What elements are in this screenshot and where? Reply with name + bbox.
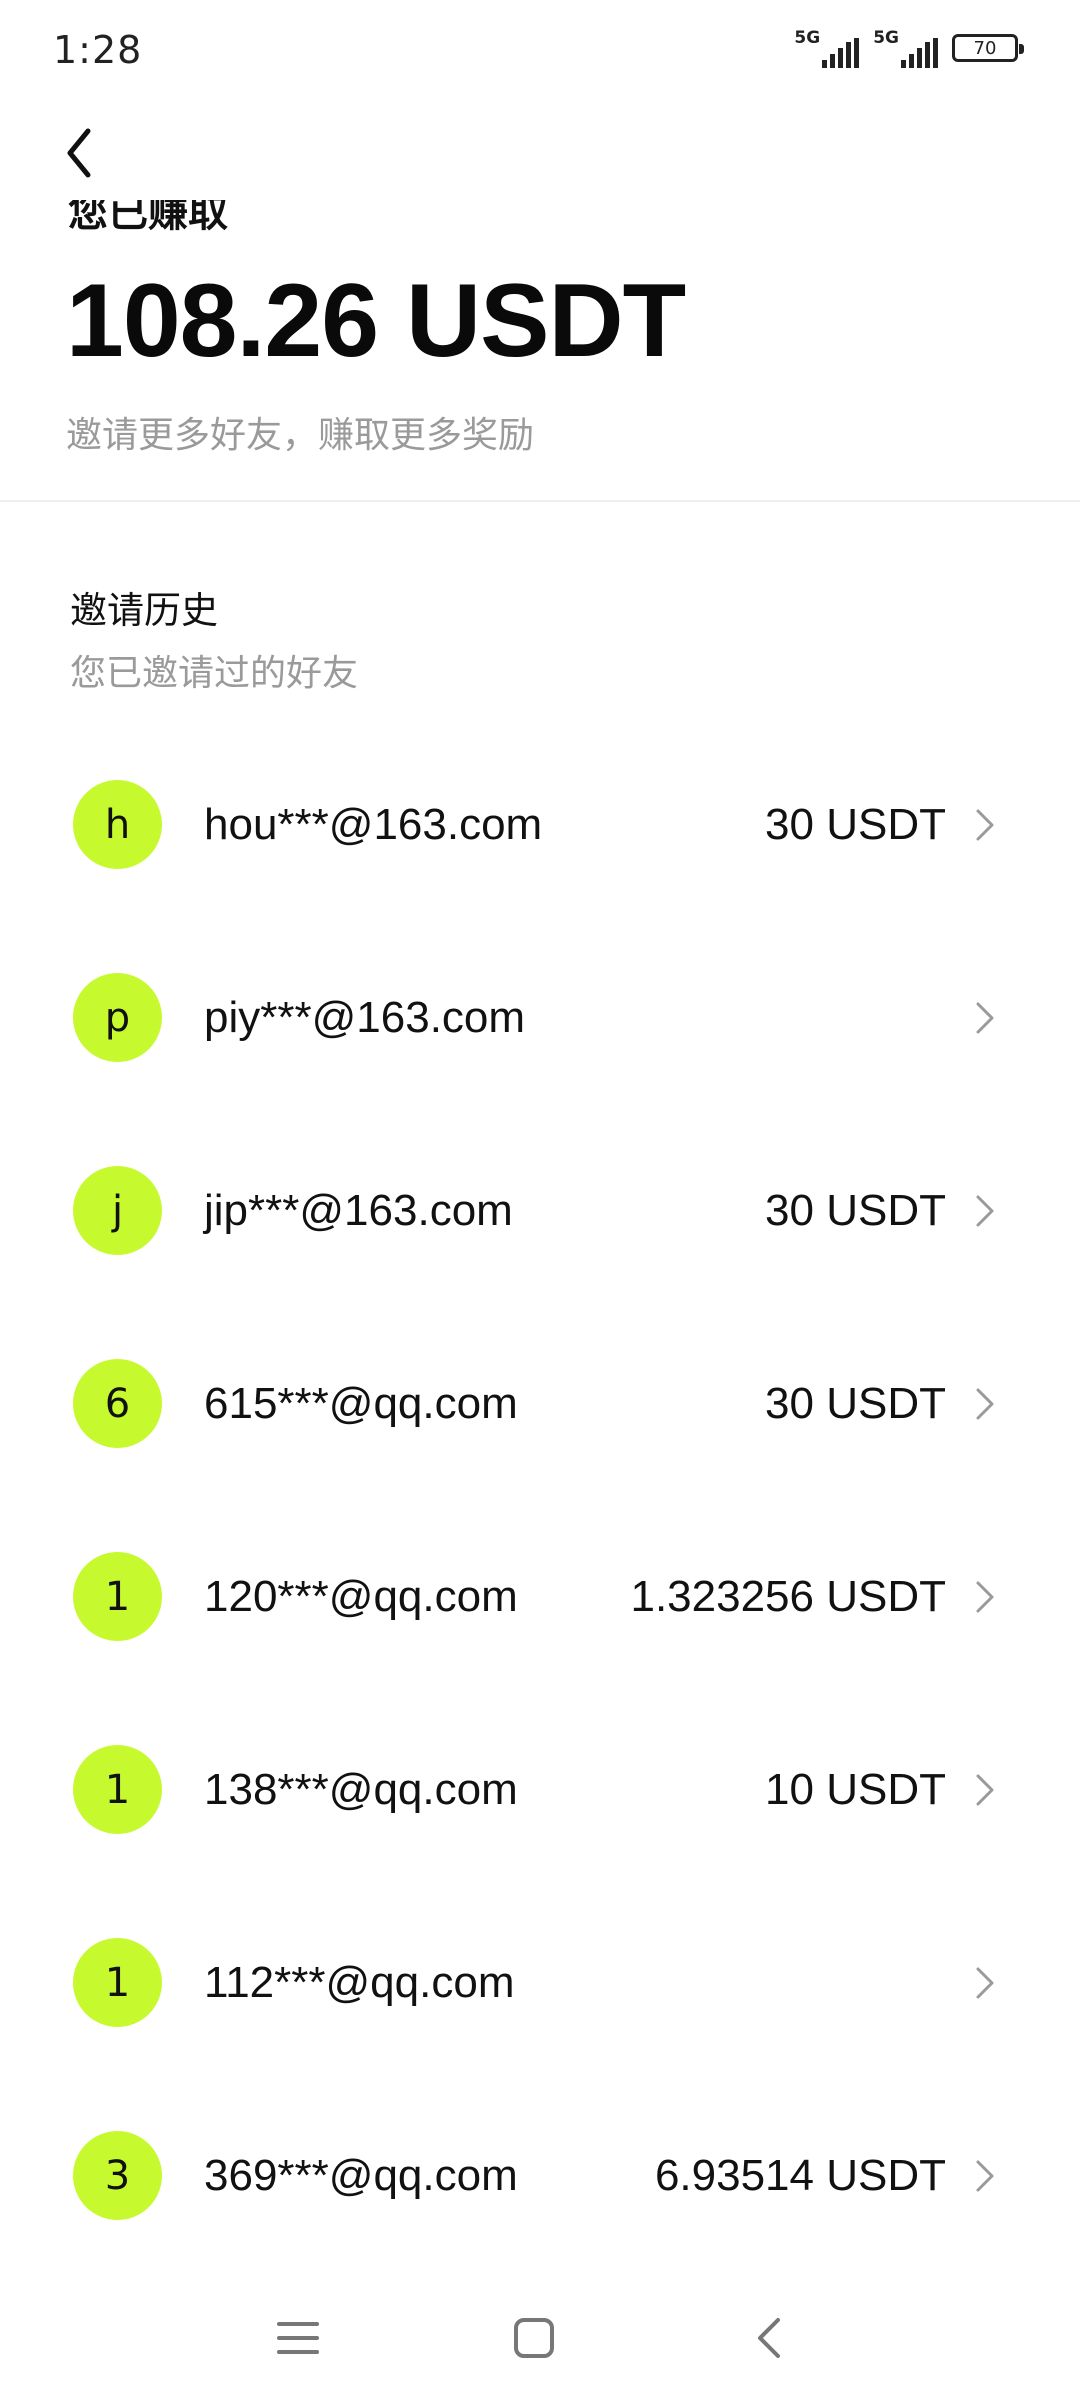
history-title: 邀请历史 <box>70 589 218 632</box>
chevron-left-icon <box>67 128 91 178</box>
earned-amount: 108.26 USDT <box>66 263 686 379</box>
reward-amount: 1.323256 USDT <box>630 1571 946 1621</box>
earned-heading-text: 您已赚取 <box>68 200 228 236</box>
reward-amount: 6.93514 USDT <box>654 2150 946 2200</box>
network-type-label-2: 5G <box>873 28 899 48</box>
status-icons: 5G 5G 70 <box>794 26 1024 70</box>
back-button[interactable] <box>60 118 120 188</box>
avatar: 3 <box>73 2131 162 2220</box>
invite-history-list: h hou***@163.com 30 USDT p piy***@163.co… <box>0 728 1080 2272</box>
avatar: 1 <box>73 1552 162 1641</box>
status-time: 1:28 <box>53 28 143 72</box>
earned-heading: 您已赚取 <box>68 200 468 238</box>
system-back-button[interactable] <box>730 2298 810 2378</box>
battery-level: 70 <box>973 37 997 59</box>
friend-email: 369***@qq.com <box>204 2150 518 2200</box>
chevron-right-icon <box>972 805 998 845</box>
avatar: p <box>73 973 162 1062</box>
chevron-right-icon <box>972 1577 998 1617</box>
list-item[interactable]: j jip***@163.com 30 USDT <box>0 1114 1080 1307</box>
list-item[interactable]: h hou***@163.com 30 USDT <box>0 728 1080 921</box>
chevron-right-icon <box>972 1384 998 1424</box>
avatar: 6 <box>73 1359 162 1448</box>
reward-amount: 30 USDT <box>765 799 946 849</box>
home-square-icon <box>514 2318 554 2358</box>
battery-icon: 70 <box>952 34 1024 62</box>
reward-amount: 30 USDT <box>765 1185 946 1235</box>
chevron-right-icon <box>972 998 998 1038</box>
chevron-right-icon <box>972 1963 998 2003</box>
earned-subtitle: 邀请更多好友，赚取更多奖励 <box>66 415 535 456</box>
list-item[interactable]: 3 369***@qq.com 6.93514 USDT <box>0 2079 1080 2272</box>
avatar: 1 <box>73 1745 162 1834</box>
system-nav-bar <box>0 2280 1080 2400</box>
menu-icon <box>277 2322 319 2354</box>
signal-icon-2: 5G <box>873 28 938 68</box>
reward-amount: 30 USDT <box>765 1378 946 1428</box>
list-item[interactable]: p piy***@163.com <box>0 921 1080 1114</box>
friend-email: 120***@qq.com <box>204 1571 518 1621</box>
chevron-right-icon <box>972 1770 998 1810</box>
status-bar: 1:28 5G 5G 70 <box>0 0 1080 100</box>
history-subtitle: 您已邀请过的好友 <box>70 653 359 694</box>
friend-email: hou***@163.com <box>204 799 543 849</box>
avatar: j <box>73 1166 162 1255</box>
friend-email: 615***@qq.com <box>204 1378 518 1428</box>
friend-email: 138***@qq.com <box>204 1764 518 1814</box>
recent-apps-button[interactable] <box>258 2298 338 2378</box>
reward-amount: 10 USDT <box>765 1764 946 1814</box>
list-item[interactable]: 6 615***@qq.com 30 USDT <box>0 1307 1080 1500</box>
signal-icon: 5G <box>794 28 860 68</box>
chevron-right-icon <box>972 1191 998 1231</box>
list-item[interactable]: 1 138***@qq.com 10 USDT <box>0 1693 1080 1886</box>
chevron-right-icon <box>972 2156 998 2196</box>
section-divider <box>0 500 1080 502</box>
avatar: h <box>73 780 162 869</box>
back-triangle-icon <box>758 2318 780 2358</box>
list-item[interactable]: 1 120***@qq.com 1.323256 USDT <box>0 1500 1080 1693</box>
friend-email: 112***@qq.com <box>204 1957 515 2007</box>
network-type-label: 5G <box>794 28 821 48</box>
friend-email: jip***@163.com <box>204 1185 513 1235</box>
list-item[interactable]: 1 112***@qq.com <box>0 1886 1080 2079</box>
avatar: 1 <box>73 1938 162 2027</box>
home-button[interactable] <box>494 2298 574 2378</box>
friend-email: piy***@163.com <box>204 992 526 1042</box>
